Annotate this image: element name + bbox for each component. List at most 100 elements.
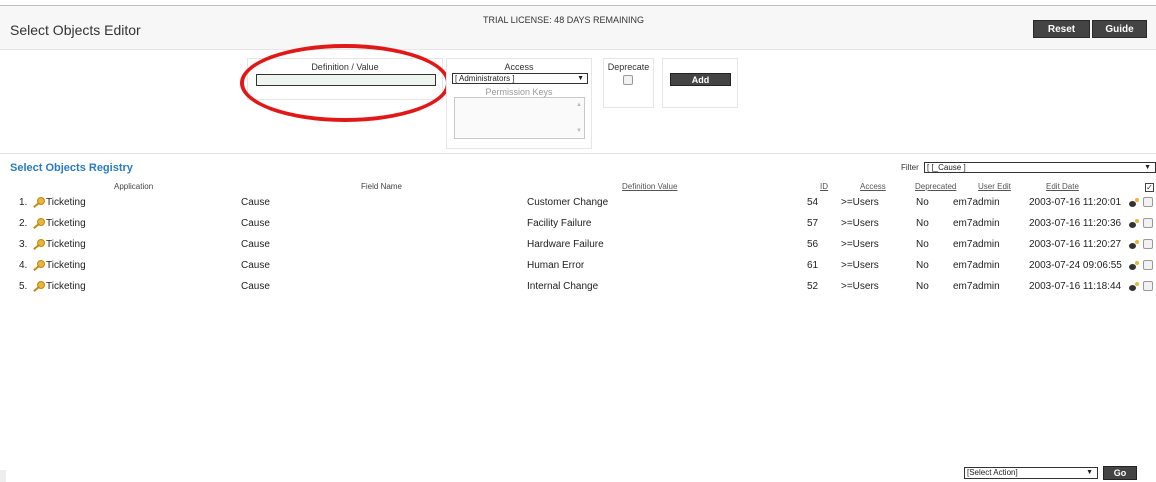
scrollbar[interactable]	[0, 470, 6, 482]
access-select[interactable]: [ Administrators ] ▼	[452, 73, 588, 84]
cell-user-edit: em7admin	[953, 197, 1000, 208]
row-number: 5.	[19, 281, 28, 292]
edit-icon[interactable]	[1129, 219, 1140, 229]
column-header-definition-value[interactable]: Definition Value	[622, 182, 677, 191]
license-notice: TRIAL LICENSE: 48 DAYS REMAINING	[483, 15, 645, 25]
cell-application: Ticketing	[46, 260, 86, 271]
access-panel: Access [ Administrators ] ▼ Permission K…	[446, 58, 592, 149]
cell-user-edit: em7admin	[953, 260, 1000, 271]
guide-button[interactable]: Guide	[1092, 20, 1147, 38]
table-row: 4. Ticketing Cause Human Error 61 >=Users No em…	[0, 256, 1156, 277]
cell-application: Ticketing	[46, 197, 86, 208]
row-checkbox[interactable]	[1143, 281, 1153, 291]
edit-icon[interactable]	[1129, 282, 1140, 292]
definition-value-input[interactable]	[256, 74, 436, 86]
cell-deprecated: No	[916, 239, 929, 250]
filter-select[interactable]: [ [_Cause ] ▼	[924, 162, 1156, 173]
edit-icon[interactable]	[1129, 198, 1140, 208]
cell-deprecated: No	[916, 197, 929, 208]
cell-edit-date: 2003-07-16 11:20:27	[1029, 239, 1122, 250]
add-button[interactable]: Add	[670, 73, 731, 86]
cell-access: >=Users	[841, 197, 879, 208]
column-header-id[interactable]: ID	[820, 182, 828, 191]
cell-access: >=Users	[841, 218, 879, 229]
cell-access: >=Users	[841, 260, 879, 271]
column-header-deprecated[interactable]: Deprecated	[915, 182, 956, 191]
column-header-field-name: Field Name	[361, 182, 402, 191]
column-header-access[interactable]: Access	[860, 182, 886, 191]
column-header-application: Application	[114, 182, 154, 191]
cell-field-name: Cause	[241, 218, 270, 229]
cell-definition-value: Customer Change	[527, 197, 609, 208]
cell-id: 61	[807, 260, 819, 271]
row-number: 1.	[19, 197, 28, 208]
chevron-down-icon: ▼	[1086, 469, 1093, 476]
row-checkbox[interactable]	[1143, 218, 1153, 228]
page-title: Select Objects Editor	[10, 22, 141, 38]
cell-id: 54	[807, 197, 819, 208]
filter-select-value: [ [_Cause ]	[927, 163, 966, 172]
access-label: Access	[504, 62, 534, 72]
registry-title: Select Objects Registry	[10, 162, 133, 174]
definition-label: Definition / Value	[311, 62, 379, 72]
cell-deprecated: No	[916, 218, 929, 229]
cell-edit-date: 2003-07-24 09:06:55	[1029, 260, 1122, 271]
action-select[interactable]: [Select Action] ▼	[964, 467, 1098, 479]
table-row: 5. Ticketing Cause Internal Change 52 >=Users…	[0, 277, 1156, 298]
key-icon	[32, 218, 45, 230]
row-checkbox[interactable]	[1143, 197, 1153, 207]
select-all-checkbox[interactable]: ✓	[1145, 183, 1154, 192]
row-checkbox[interactable]	[1143, 260, 1153, 270]
row-number: 4.	[19, 260, 28, 271]
scroll-up-icon[interactable]: ▲	[576, 102, 582, 108]
chevron-down-icon: ▼	[1144, 164, 1151, 171]
cell-access: >=Users	[841, 239, 879, 250]
table-row: 2. Ticketing Cause Facility Failure 57 >=User…	[0, 214, 1156, 235]
action-select-value: [Select Action]	[967, 468, 1018, 477]
cell-id: 52	[807, 281, 819, 292]
reset-button[interactable]: Reset	[1033, 20, 1090, 38]
cell-deprecated: No	[916, 260, 929, 271]
column-header-user-edit[interactable]: User Edit	[978, 182, 1011, 191]
row-checkbox[interactable]	[1143, 239, 1153, 249]
cell-definition-value: Internal Change	[527, 281, 599, 292]
column-header-edit-date[interactable]: Edit Date	[1046, 182, 1079, 191]
cell-id: 57	[807, 218, 819, 229]
access-select-value: [ Administrators ]	[455, 74, 515, 83]
add-panel: Add	[662, 58, 738, 108]
cell-field-name: Cause	[241, 239, 270, 250]
cell-application: Ticketing	[46, 239, 86, 250]
key-icon	[32, 260, 45, 272]
editor-form: Definition / Value Access [ Administrato…	[0, 44, 1156, 154]
cell-definition-value: Human Error	[527, 260, 585, 271]
edit-icon[interactable]	[1129, 240, 1140, 250]
go-button[interactable]: Go	[1103, 466, 1137, 480]
cell-application: Ticketing	[46, 218, 86, 229]
cell-deprecated: No	[916, 281, 929, 292]
cell-field-name: Cause	[241, 197, 270, 208]
key-icon	[32, 197, 45, 209]
row-number: 3.	[19, 239, 28, 250]
cell-edit-date: 2003-07-16 11:20:36	[1029, 218, 1122, 229]
deprecate-checkbox[interactable]	[623, 75, 633, 85]
row-number: 2.	[19, 218, 28, 229]
permission-keys-list[interactable]: ▲ ▼	[454, 97, 585, 139]
edit-icon[interactable]	[1129, 261, 1140, 271]
cell-edit-date: 2003-07-16 11:20:01	[1029, 197, 1122, 208]
deprecate-panel: Deprecate	[603, 58, 654, 108]
cell-definition-value: Hardware Failure	[527, 239, 604, 250]
cell-user-edit: em7admin	[953, 239, 1000, 250]
cell-user-edit: em7admin	[953, 218, 1000, 229]
cell-field-name: Cause	[241, 260, 270, 271]
cell-id: 56	[807, 239, 819, 250]
permission-keys-label: Permission Keys	[485, 87, 553, 97]
cell-edit-date: 2003-07-16 11:18:44	[1029, 281, 1122, 292]
key-icon	[32, 281, 45, 293]
filter-label: Filter	[901, 163, 919, 172]
table-row: 3. Ticketing Cause Hardware Failure 56 >=User…	[0, 235, 1156, 256]
cell-access: >=Users	[841, 281, 879, 292]
scroll-down-icon[interactable]: ▼	[576, 128, 582, 134]
key-icon	[32, 239, 45, 251]
definition-panel: Definition / Value	[247, 58, 443, 100]
cell-definition-value: Facility Failure	[527, 218, 592, 229]
